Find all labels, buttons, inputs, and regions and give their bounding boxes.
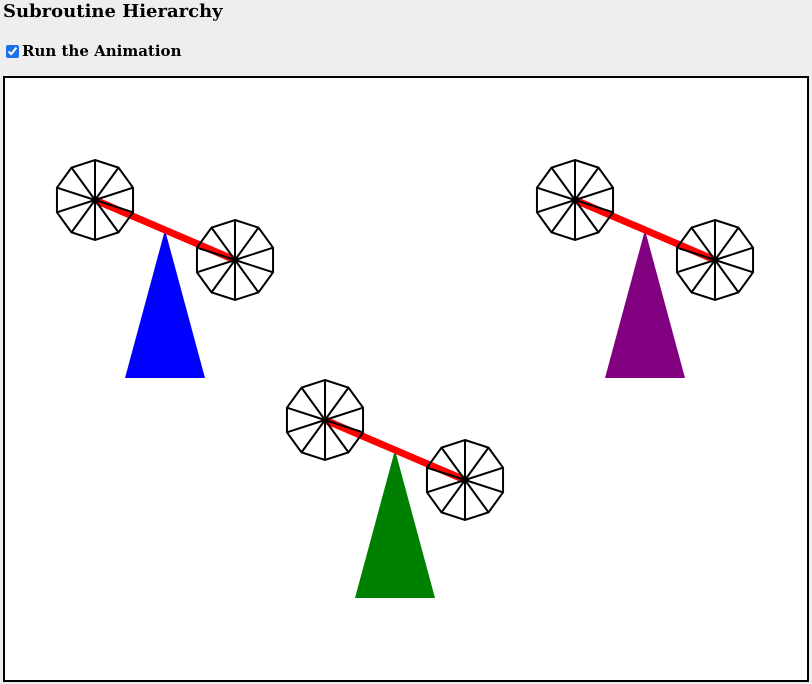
wheel-left <box>535 158 615 242</box>
wheel-left <box>285 378 365 462</box>
seesaw-top-right <box>535 158 755 378</box>
wheel-right <box>425 438 505 522</box>
wheel-right <box>195 218 275 302</box>
animation-drawing <box>55 158 755 598</box>
animation-canvas <box>3 76 809 682</box>
seesaw-base <box>605 230 685 378</box>
animation-controls: Run the Animation <box>5 41 181 61</box>
seesaw-top-left <box>55 158 275 378</box>
page-title: Subroutine Hierarchy <box>3 1 223 22</box>
wheel-right <box>675 218 755 302</box>
run-animation-checkbox[interactable] <box>6 44 19 58</box>
wheel-left <box>55 158 135 242</box>
seesaw-bottom-center <box>285 378 505 598</box>
seesaw-base <box>125 230 205 378</box>
seesaw-base <box>355 450 435 598</box>
run-animation-label[interactable]: Run the Animation <box>22 42 181 60</box>
